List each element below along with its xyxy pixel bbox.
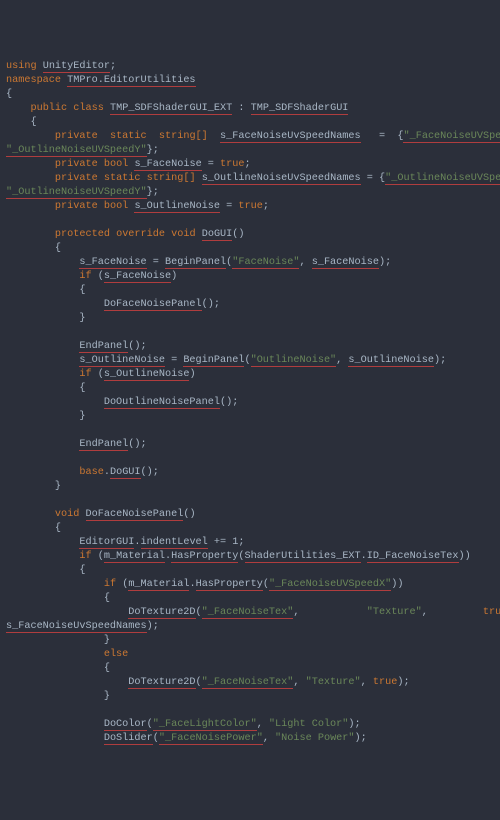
string: "_FaceLightColor" [153, 719, 257, 731]
string: "Texture" [306, 677, 361, 688]
ident: s_FaceNoise [79, 257, 146, 269]
string: "_OutlineNoiseUVSpeedY" [6, 187, 147, 199]
kw: if [79, 271, 91, 282]
call: EndPanel [79, 341, 128, 353]
code-editor[interactable]: using UnityEditor; namespace TMPro.Edito… [6, 60, 494, 746]
kw: if [79, 551, 91, 562]
keyword-class: class [73, 103, 104, 114]
string: "_FaceNoiseUVSpeedX" [403, 131, 500, 143]
call: DoTexture2D [128, 677, 195, 689]
string: "_FaceNoiseTex" [202, 607, 294, 619]
ident: m_Material [104, 551, 165, 563]
kw: static [104, 173, 141, 184]
string: "Light Color" [269, 719, 348, 730]
call: DoOutlineNoisePanel [104, 397, 220, 409]
kw: string[] [147, 173, 196, 184]
call: DoSlider [104, 733, 153, 745]
kw: private [55, 173, 98, 184]
ident: ShaderUtilities_EXT [245, 551, 361, 563]
ident: s_OutlineNoise [79, 355, 165, 367]
string: "Noise Power" [275, 733, 354, 744]
kw: void [55, 509, 79, 520]
kw: base [79, 467, 103, 478]
ident: s_FaceNoiseUvSpeedNames [6, 621, 147, 633]
ident: s_OutlineNoise [104, 369, 190, 381]
string: "Texture" [367, 607, 422, 618]
ident: indentLevel [141, 537, 208, 549]
kw: void [171, 229, 195, 240]
string: "_OutlineNoiseUVSpeedY" [6, 145, 147, 157]
call: EndPanel [79, 439, 128, 451]
keyword-public: public [30, 103, 67, 114]
kw: protected [55, 229, 110, 240]
field: s_OutlineNoiseUvSpeedNames [202, 173, 361, 185]
kw: bool [104, 201, 128, 212]
call: DoGUI [110, 467, 141, 479]
field: s_OutlineNoise [134, 201, 220, 213]
method: DoFaceNoisePanel [86, 509, 184, 521]
ident-unityeditor: UnityEditor [43, 61, 110, 73]
kw: bool [104, 159, 128, 170]
field: s_FaceNoise [134, 159, 201, 171]
kw: true [483, 607, 500, 618]
kw: if [104, 579, 116, 590]
string: "OutlineNoise" [251, 355, 337, 367]
ident: s_OutlineNoise [348, 355, 434, 367]
kw: if [79, 369, 91, 380]
ident-namespace: TMPro.EditorUtilities [67, 75, 195, 87]
base-class: TMP_SDFShaderGUI [251, 103, 349, 115]
kw: private [55, 159, 98, 170]
call: BeginPanel [183, 355, 244, 367]
call: DoFaceNoisePanel [104, 299, 202, 311]
keyword-namespace: namespace [6, 75, 61, 86]
method: DoGUI [202, 229, 233, 241]
kw: static [110, 131, 147, 142]
kw: private [55, 131, 98, 142]
ident: ID_FaceNoiseTex [367, 551, 459, 563]
string: "_FaceNoiseTex" [202, 677, 294, 689]
call: DoTexture2D [128, 607, 195, 619]
kw: override [116, 229, 165, 240]
string: "_FaceNoisePower" [159, 733, 263, 745]
ident: s_FaceNoise [104, 271, 171, 283]
kw: else [104, 649, 128, 660]
kw: string[] [159, 131, 208, 142]
kw: true [220, 159, 244, 170]
string: "_FaceNoiseUVSpeedX" [269, 579, 391, 591]
string: "_OutlineNoiseUVSpeedX" [385, 173, 500, 185]
kw: true [373, 677, 397, 688]
keyword-using: using [6, 61, 37, 72]
ident: m_Material [128, 579, 189, 591]
string: "FaceNoise" [232, 257, 299, 269]
kw: private [55, 201, 98, 212]
kw: true [238, 201, 262, 212]
ident: EditorGUI [79, 537, 134, 549]
class-name: TMP_SDFShaderGUI_EXT [110, 103, 232, 115]
call: HasProperty [196, 579, 263, 591]
call: DoColor [104, 719, 147, 731]
brace: { [6, 89, 12, 100]
call: BeginPanel [165, 257, 226, 269]
field: s_FaceNoiseUvSpeedNames [220, 131, 361, 143]
call: HasProperty [171, 551, 238, 563]
ident: s_FaceNoise [312, 257, 379, 269]
